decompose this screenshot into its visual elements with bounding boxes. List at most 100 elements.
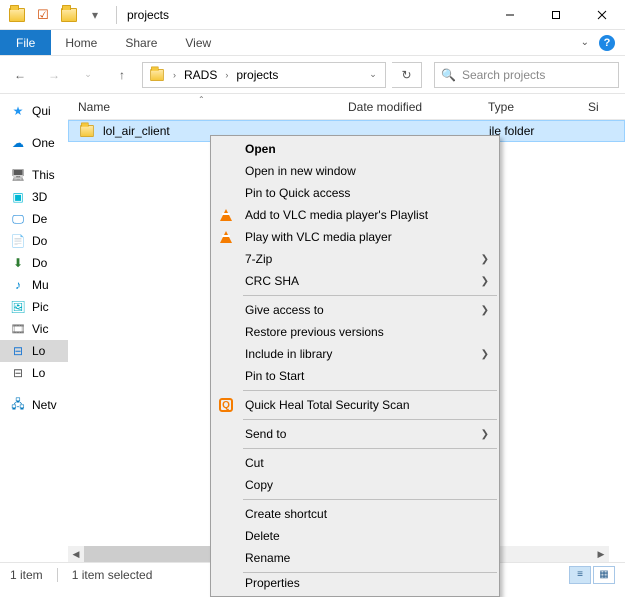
column-header-type[interactable]: Type <box>478 100 578 114</box>
context-menu-item[interactable]: Include in library❯ <box>211 343 499 365</box>
context-menu-item[interactable]: Pin to Start <box>211 365 499 387</box>
cloud-icon: ☁ <box>10 135 26 151</box>
sidebar-item-this-pc[interactable]: 🖥This <box>0 164 68 186</box>
breadcrumb[interactable]: projects <box>230 63 284 87</box>
selection-count: 1 item selected <box>72 568 153 582</box>
quickheal-icon: Q <box>217 396 235 414</box>
back-button[interactable]: ← <box>6 61 34 89</box>
column-header-date[interactable]: Date modified <box>338 100 478 114</box>
chevron-right-icon[interactable]: › <box>223 70 230 80</box>
sidebar-item-quick-access[interactable]: ★Qui <box>0 100 68 122</box>
sidebar-item-documents[interactable]: 📄Do <box>0 230 68 252</box>
address-folder-icon <box>150 69 164 81</box>
context-menu-item[interactable]: 7-Zip❯ <box>211 248 499 270</box>
ribbon-expand-icon[interactable]: ⌄ <box>581 37 589 48</box>
close-button[interactable] <box>579 0 625 30</box>
music-icon: ♪ <box>10 277 26 293</box>
column-headers: Name ⌃ Date modified Type Si <box>68 94 625 120</box>
item-count: 1 item <box>10 568 43 582</box>
properties-qat-icon[interactable]: ☑ <box>32 4 54 26</box>
vlc-icon <box>217 206 235 224</box>
menu-separator <box>243 499 497 500</box>
sidebar-item-pictures[interactable]: 🖼Pic <box>0 296 68 318</box>
context-menu-item[interactable]: Add to VLC media player's Playlist <box>211 204 499 226</box>
address-dropdown-icon[interactable]: ⌄ <box>363 63 383 87</box>
sidebar-item-downloads[interactable]: ⬇Do <box>0 252 68 274</box>
sidebar-item-videos[interactable]: 🎞Vic <box>0 318 68 340</box>
context-menu-item[interactable]: Open <box>211 138 499 160</box>
address-bar[interactable]: › RADS › projects ⌄ <box>142 62 386 88</box>
scroll-left-icon[interactable]: ◀ <box>68 546 84 562</box>
breadcrumb[interactable]: RADS <box>178 63 223 87</box>
sidebar-item-onedrive[interactable]: ☁One <box>0 132 68 154</box>
download-icon: ⬇ <box>10 255 26 271</box>
context-menu-item[interactable]: Cut <box>211 452 499 474</box>
cube-icon: ▣ <box>10 189 26 205</box>
context-menu-item[interactable]: Rename <box>211 547 499 569</box>
file-name: lol_air_client <box>103 124 170 138</box>
pc-icon: 🖥 <box>10 167 26 183</box>
context-menu-item[interactable]: Play with VLC media player <box>211 226 499 248</box>
context-menu-item[interactable]: Quick Heal Total Security ScanQ <box>211 394 499 416</box>
context-menu-item[interactable]: Open in new window <box>211 160 499 182</box>
maximize-button[interactable] <box>533 0 579 30</box>
chevron-right-icon: ❯ <box>481 305 489 316</box>
network-icon: 🖧 <box>10 397 26 413</box>
context-menu-item[interactable]: Properties <box>211 576 499 594</box>
scroll-right-icon[interactable]: ▶ <box>593 546 609 562</box>
disk-icon: ⊟ <box>10 343 26 359</box>
chevron-right-icon[interactable]: › <box>171 70 178 80</box>
context-menu-item[interactable]: Copy <box>211 474 499 496</box>
chevron-right-icon: ❯ <box>481 349 489 360</box>
sidebar-item-local-disk[interactable]: ⊟Lo <box>0 340 68 362</box>
qat-customize-icon[interactable]: ▾ <box>84 4 106 26</box>
desktop-icon: 🖵 <box>10 211 26 227</box>
disk-icon: ⊟ <box>10 365 26 381</box>
ribbon-tabs: File Home Share View ⌄ ? <box>0 30 625 56</box>
column-header-size[interactable]: Si <box>578 100 625 114</box>
document-icon: 📄 <box>10 233 26 249</box>
context-menu-item[interactable]: Restore previous versions <box>211 321 499 343</box>
sidebar-item-music[interactable]: ♪Mu <box>0 274 68 296</box>
title-bar: ☑ ▾ projects <box>0 0 625 30</box>
search-placeholder: Search projects <box>462 68 545 82</box>
menu-separator <box>243 448 497 449</box>
minimize-button[interactable] <box>487 0 533 30</box>
context-menu-item[interactable]: Create shortcut <box>211 503 499 525</box>
tab-view[interactable]: View <box>171 30 225 55</box>
navigation-bar: ← → ⌄ ↑ › RADS › projects ⌄ ↻ 🔍 Search p… <box>0 56 625 94</box>
window-title: projects <box>121 8 169 22</box>
menu-separator <box>243 419 497 420</box>
sidebar-item-local-disk[interactable]: ⊟Lo <box>0 362 68 384</box>
vlc-icon <box>217 228 235 246</box>
context-menu-item[interactable]: Send to❯ <box>211 423 499 445</box>
context-menu-item[interactable]: Give access to❯ <box>211 299 499 321</box>
window-controls <box>487 0 625 30</box>
sidebar-item-network[interactable]: 🖧Netv <box>0 394 68 416</box>
search-input[interactable]: 🔍 Search projects <box>434 62 619 88</box>
tab-home[interactable]: Home <box>51 30 111 55</box>
context-menu-item[interactable]: CRC SHA❯ <box>211 270 499 292</box>
chevron-right-icon: ❯ <box>481 276 489 287</box>
file-tab[interactable]: File <box>0 30 51 55</box>
sidebar-item-3d[interactable]: ▣3D <box>0 186 68 208</box>
navigation-pane: ★Qui ☁One 🖥This ▣3D 🖵De 📄Do ⬇Do ♪Mu 🖼Pic… <box>0 94 68 562</box>
context-menu-item[interactable]: Delete <box>211 525 499 547</box>
video-icon: 🎞 <box>10 321 26 337</box>
context-menu-item[interactable]: Pin to Quick access <box>211 182 499 204</box>
details-view-button[interactable]: ≡ <box>569 566 591 584</box>
menu-separator <box>243 295 497 296</box>
menu-separator <box>243 390 497 391</box>
folder-qat-icon[interactable] <box>58 4 80 26</box>
tab-share[interactable]: Share <box>111 30 171 55</box>
up-button[interactable]: ↑ <box>108 61 136 89</box>
context-menu: OpenOpen in new windowPin to Quick acces… <box>210 135 500 597</box>
help-icon[interactable]: ? <box>599 35 615 51</box>
forward-button[interactable]: → <box>40 61 68 89</box>
thumbnails-view-button[interactable]: ▦ <box>593 566 615 584</box>
sidebar-item-desktop[interactable]: 🖵De <box>0 208 68 230</box>
recent-locations-button[interactable]: ⌄ <box>74 61 102 89</box>
folder-icon <box>80 125 94 137</box>
star-icon: ★ <box>10 103 26 119</box>
refresh-button[interactable]: ↻ <box>392 62 422 88</box>
